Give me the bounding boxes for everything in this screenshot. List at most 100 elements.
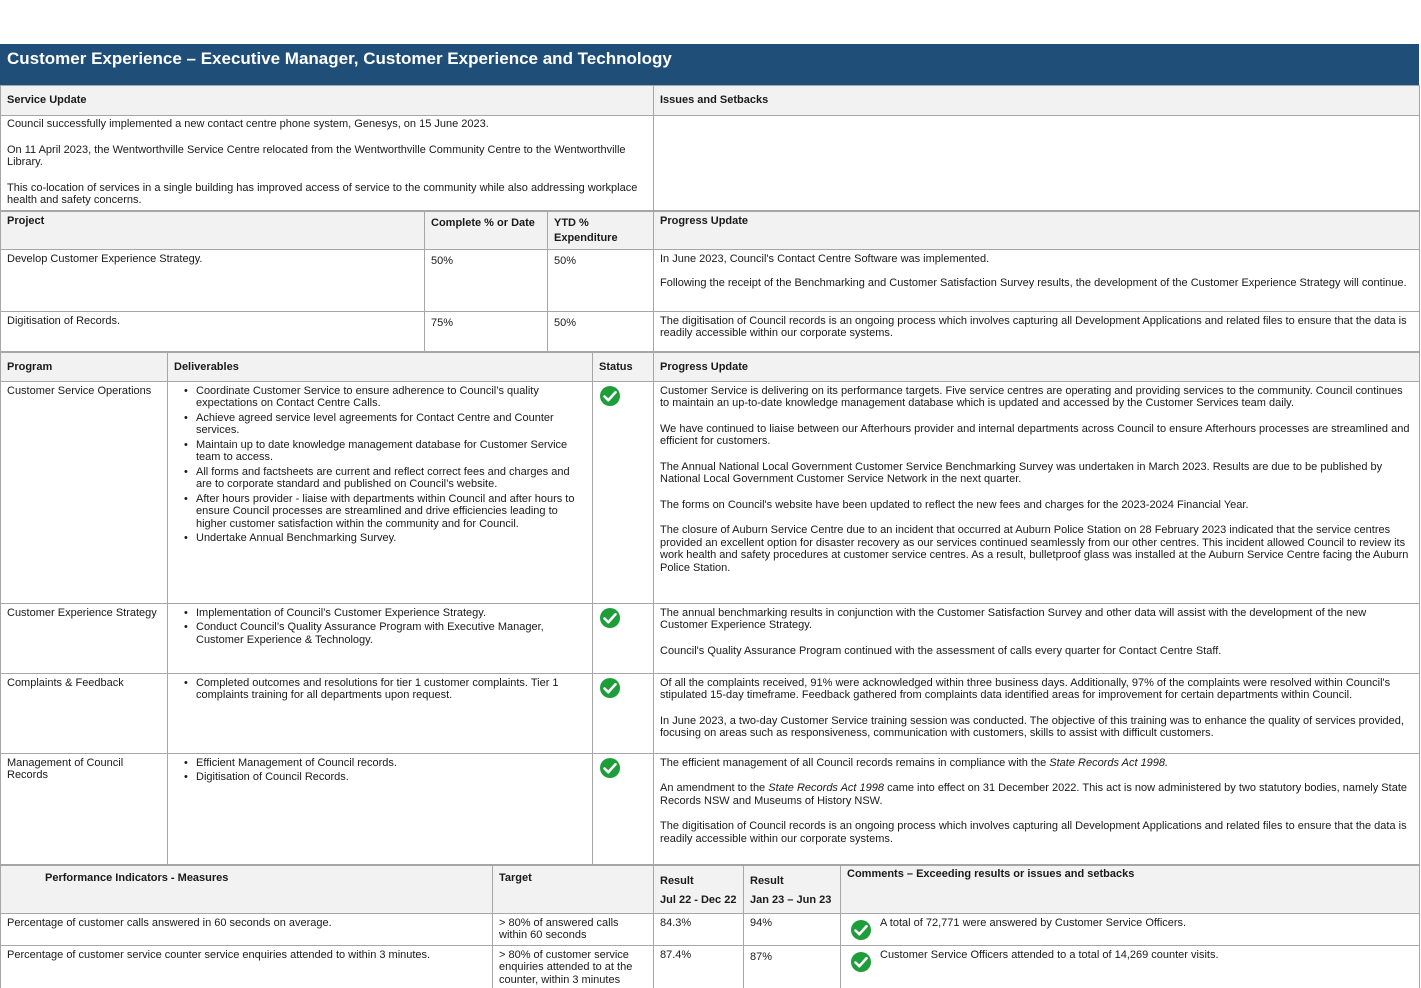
project-ytd: 50% <box>547 248 654 312</box>
program-progress: The annual benchmarking results in conju… <box>653 602 1420 674</box>
progress-paragraph: Council's Quality Assurance Program cont… <box>660 644 1222 657</box>
result2-cell: 94% <box>743 912 841 946</box>
programs-table: Program Deliverables Status Progress Upd… <box>0 351 1420 865</box>
status-cell <box>592 380 654 604</box>
list-item: Undertake Annual Benchmarking Survey. <box>184 532 586 545</box>
list-item: Implementation of Council’s Customer Exp… <box>184 607 586 620</box>
table-row: Customer Service Operations Coordinate C… <box>0 380 1420 604</box>
program-name: Complaints & Feedback <box>0 672 168 754</box>
deliverables-list: Coordinate Customer Service to ensure ad… <box>184 385 586 545</box>
table-row: Management of Council Records Efficient … <box>0 752 1420 865</box>
progress-paragraph: The closure of Auburn Service Centre due… <box>660 524 1409 574</box>
check-circle-icon <box>599 607 621 629</box>
program-progress: Customer Service is delivering on its pe… <box>653 380 1420 604</box>
table-row: Percentage of customer service counter s… <box>0 944 1420 988</box>
list-item: Completed outcomes and resolutions for t… <box>184 677 586 702</box>
service-update-table: Service Update Issues and Setbacks Counc… <box>0 85 1420 211</box>
project-progress: In June 2023, Council's Contact Centre S… <box>653 248 1420 312</box>
progress-paragraph: Customer Service is delivering on its pe… <box>660 384 1403 410</box>
page-title: Customer Experience – Executive Manager,… <box>0 44 1419 85</box>
deliverables-cell: Coordinate Customer Service to ensure ad… <box>167 380 593 604</box>
project-column-header: Project <box>0 210 425 250</box>
deliverables-list: Implementation of Council’s Customer Exp… <box>184 607 586 647</box>
status-column-header: Status <box>592 351 654 382</box>
list-item: All forms and factsheets are current and… <box>184 466 586 491</box>
program-progress: Of all the complaints received, 91% were… <box>653 672 1420 754</box>
service-update-paragraph: Council successfully implemented a new c… <box>7 118 489 130</box>
result2-cell: 87% <box>743 944 841 988</box>
result1-cell: 84.3% <box>653 912 744 946</box>
program-name: Customer Experience Strategy <box>0 602 168 674</box>
ytd-column-header: YTD % Expenditure <box>547 210 654 250</box>
progress-paragraph: In June 2023, Council's Contact Centre S… <box>660 252 990 265</box>
progress-paragraph: We have continued to liaise between our … <box>660 422 1410 448</box>
project-progress-column-header: Progress Update <box>653 210 1420 250</box>
progress-paragraph: The efficient management of all Council … <box>660 757 1413 770</box>
progress-paragraph: The annual benchmarking results in conju… <box>660 606 1367 632</box>
measure-cell: Percentage of customer calls answered in… <box>0 912 493 946</box>
project-complete: 50% <box>424 248 548 312</box>
comment-text: Customer Service Officers attended to a … <box>880 948 1219 961</box>
progress-paragraph: In June 2023, a two-day Customer Service… <box>660 714 1404 740</box>
project-progress: The digitisation of Council records is a… <box>653 310 1420 352</box>
report-page: Customer Experience – Executive Manager,… <box>0 44 1420 988</box>
measure-cell: Percentage of customer service counter s… <box>0 944 493 988</box>
comment-cell: Customer Service Officers attended to a … <box>840 944 1420 988</box>
status-cell <box>592 672 654 754</box>
target-cell: > 80% of answered calls within 60 second… <box>492 912 654 946</box>
result2-period: Jan 23 – Jun 23 <box>750 893 832 906</box>
progress-paragraph: An amendment to the State Records Act 19… <box>660 782 1413 807</box>
list-item: Achieve agreed service level agreements … <box>184 412 586 437</box>
program-column-header: Program <box>0 351 168 382</box>
service-update-heading: Service Update <box>0 85 654 116</box>
deliverables-list: Efficient Management of Council records.… <box>184 757 586 784</box>
table-row: Percentage of customer calls answered in… <box>0 912 1420 946</box>
list-item: Coordinate Customer Service to ensure ad… <box>184 385 586 410</box>
progress-paragraph: The forms on Council's website have been… <box>660 498 1249 511</box>
project-complete: 75% <box>424 310 548 352</box>
list-item: Maintain up to date knowledge management… <box>184 439 586 464</box>
list-item: After hours provider - liaise with depar… <box>184 493 586 531</box>
deliverables-list: Completed outcomes and resolutions for t… <box>184 677 586 702</box>
progress-paragraph: The Annual National Local Government Cus… <box>660 460 1383 486</box>
progress-text: The efficient management of all Council … <box>660 756 1050 769</box>
service-update-paragraph: This co-location of services in a single… <box>7 181 638 207</box>
program-progress-column-header: Progress Update <box>653 351 1420 382</box>
act-name: State Records Act 1998. <box>1049 756 1169 769</box>
check-circle-icon <box>599 385 621 407</box>
deliverables-cell: Completed outcomes and resolutions for t… <box>167 672 593 754</box>
status-cell <box>592 752 654 865</box>
issues-heading: Issues and Setbacks <box>653 85 1420 116</box>
program-progress: The efficient management of all Council … <box>653 752 1420 865</box>
progress-paragraph: Following the receipt of the Benchmarkin… <box>660 277 1407 289</box>
table-row: Customer Experience Strategy Implementat… <box>0 602 1420 674</box>
target-column-header: Target <box>492 864 654 914</box>
progress-text: An amendment to the <box>660 782 769 794</box>
deliverables-cell: Implementation of Council’s Customer Exp… <box>167 602 593 674</box>
result1-period: Jul 22 - Dec 22 <box>660 893 737 906</box>
performance-table: Performance Indicators - Measures Target… <box>0 864 1420 988</box>
projects-table: Project Complete % or Date YTD % Expendi… <box>0 210 1420 352</box>
progress-paragraph: The digitisation of Council records is a… <box>660 314 1407 340</box>
result2-label: Result <box>750 874 784 887</box>
act-name: State Records Act 1998 <box>768 782 885 794</box>
target-cell: > 80% of customer service enquiries atte… <box>492 944 654 988</box>
comment-cell: A total of 72,771 were answered by Custo… <box>840 912 1420 946</box>
complete-column-header: Complete % or Date <box>424 210 548 250</box>
result2-column-header: Result Jan 23 – Jun 23 <box>743 864 841 914</box>
service-update-body: Council successfully implemented a new c… <box>0 115 654 211</box>
list-item: Efficient Management of Council records. <box>184 757 586 770</box>
project-ytd: 50% <box>547 310 654 352</box>
service-update-paragraph: On 11 April 2023, the Wentworthville Ser… <box>7 143 626 169</box>
status-cell <box>592 602 654 674</box>
table-row: Complaints & Feedback Completed outcomes… <box>0 672 1420 754</box>
program-name: Customer Service Operations <box>0 380 168 604</box>
project-name: Digitisation of Records. <box>0 310 425 352</box>
check-circle-icon <box>850 951 872 973</box>
comment-text: A total of 72,771 were answered by Custo… <box>880 916 1187 929</box>
deliverables-cell: Efficient Management of Council records.… <box>167 752 593 865</box>
program-name: Management of Council Records <box>0 752 168 865</box>
project-name: Develop Customer Experience Strategy. <box>0 248 425 312</box>
issues-body <box>653 115 1420 211</box>
result1-label: Result <box>660 874 694 887</box>
